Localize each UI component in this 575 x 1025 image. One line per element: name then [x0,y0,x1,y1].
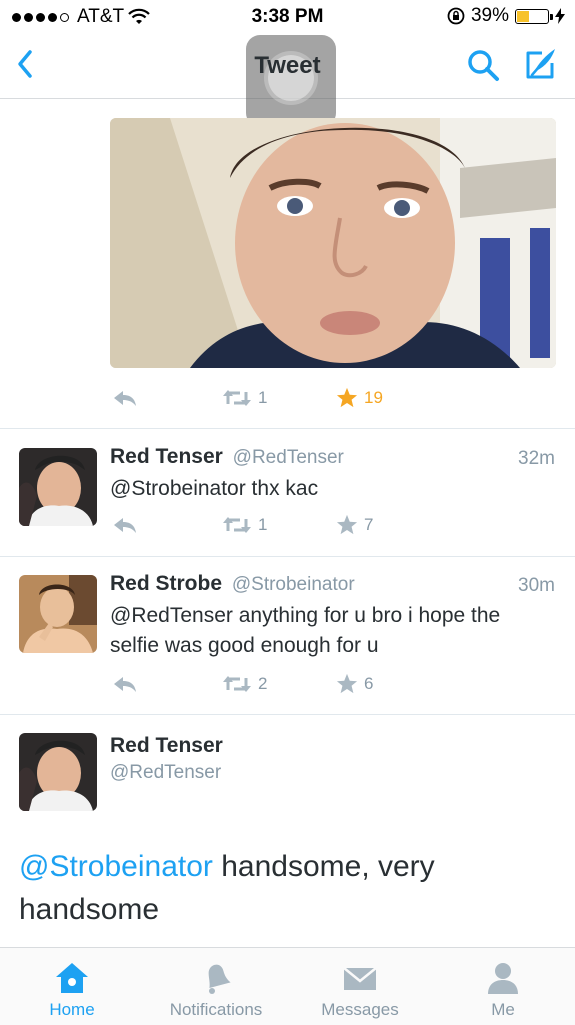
battery-area: 39% [447,5,565,27]
envelope-icon [343,967,377,990]
charging-bolt-icon [555,8,565,24]
reply-icon[interactable] [112,516,138,534]
avatar[interactable] [19,733,97,811]
retweet-count: 2 [258,674,268,693]
star-icon [336,514,358,535]
author-handle[interactable]: @RedTenser [110,762,221,784]
favorite-count: 19 [364,387,383,407]
timestamp: 30m [518,575,555,596]
tweet-text: @Strobeinator thx kac [110,477,319,500]
retweet-button[interactable]: 2 [222,674,267,694]
battery-percent: 39% [470,5,509,26]
divider [0,714,575,715]
divider [0,556,575,557]
tweet-photo[interactable] [110,118,556,368]
reply-icon[interactable] [112,389,138,407]
battery-icon [515,8,553,24]
favorite-button[interactable]: 6 [336,673,373,694]
person-icon [488,963,518,994]
retweet-button[interactable]: 1 [222,515,267,535]
assistive-touch-button[interactable] [246,35,336,127]
author-name[interactable]: Red Tenser [110,734,223,758]
navigation-bar: Tweet [0,32,575,127]
author-line: Red Strobe @Strobeinator [110,572,355,596]
tab-home[interactable]: Home [17,948,127,1025]
compose-tweet-icon[interactable] [522,46,558,82]
author-line: Red Tenser @RedTenser [110,445,344,469]
retweet-icon [223,676,251,692]
retweet-icon [223,517,251,533]
tab-label: Notifications [169,1000,263,1019]
favorite-button[interactable]: 7 [336,514,373,535]
avatar[interactable] [19,575,97,653]
home-icon [56,963,88,993]
tweet-text: @RedTenser anything for u bro i hope the… [110,604,501,657]
author-handle[interactable]: @Strobeinator [232,574,355,595]
favorite-count: 7 [364,514,374,534]
favorite-count: 6 [364,673,374,693]
status-bar: AT&T 3:38 PM 39% [0,0,575,32]
retweet-count: 1 [258,388,268,407]
mention-link[interactable]: @Strobeinator [19,850,213,883]
avatar[interactable] [19,448,97,526]
tab-bar: Home Notifications Messages Me [0,947,575,1025]
tab-label: Messages [321,1000,399,1019]
search-icon[interactable] [466,48,500,82]
orientation-lock-icon [447,7,465,25]
tab-me[interactable]: Me [448,948,558,1025]
star-icon [336,387,358,408]
reply-icon[interactable] [112,675,138,693]
author-name[interactable]: Red Strobe [110,572,222,595]
author-name[interactable]: Red Tenser [110,445,223,468]
retweet-button[interactable]: 1 [222,388,267,408]
divider [0,428,575,429]
star-icon [336,673,358,694]
retweet-count: 1 [258,515,268,534]
tab-messages[interactable]: Messages [305,948,415,1025]
author-handle[interactable]: @RedTenser [233,447,344,468]
retweet-icon [223,390,251,406]
favorite-button[interactable]: 19 [336,387,383,408]
tweet-text: @Strobeinator handsome, very handsome [19,845,549,931]
tab-notifications[interactable]: Notifications [161,948,271,1025]
bell-icon [208,964,231,994]
timestamp: 32m [518,448,555,469]
tab-label: Home [49,1000,95,1019]
tab-label: Me [491,1000,515,1019]
